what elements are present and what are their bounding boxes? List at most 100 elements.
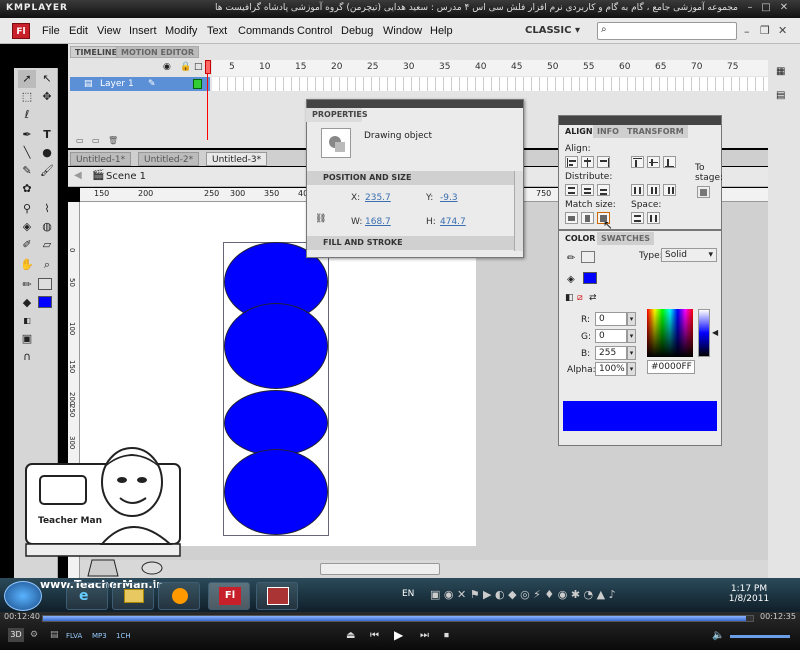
play-icon[interactable]: ▶ <box>394 628 403 642</box>
alpha-field[interactable]: 100% <box>595 362 627 376</box>
fill-color-swatch[interactable] <box>38 296 52 308</box>
menu-view[interactable]: View <box>97 25 121 37</box>
x-value[interactable]: 235.7 <box>365 193 391 203</box>
space-horizontal-icon[interactable] <box>647 212 660 224</box>
pen-tool-icon[interactable]: ✒ <box>18 126 36 144</box>
new-folder-icon[interactable]: ▭ <box>92 136 100 145</box>
volume-slider[interactable] <box>730 635 790 638</box>
align-vcenter-icon[interactable] <box>647 156 660 168</box>
menu-help[interactable]: Help <box>430 25 453 37</box>
align-hcenter-icon[interactable] <box>581 156 594 168</box>
scroll-thumb[interactable] <box>320 563 440 575</box>
tray-icons[interactable]: ▣ ◉ ✕ ⚑ ▶ ◐ ◆ ◎ ⚡ ♦ ◉ ✱ ◔ ▲ ♪ <box>430 588 616 601</box>
g-slider-icon[interactable]: ▾ <box>627 329 636 343</box>
flash-taskbar-icon[interactable]: Fl <box>208 582 250 610</box>
window-minimize-icon[interactable]: – <box>744 25 750 38</box>
menu-control[interactable]: Control <box>297 25 332 37</box>
playhead[interactable] <box>205 60 211 140</box>
language-indicator[interactable]: EN <box>402 589 414 599</box>
to-stage-icon[interactable] <box>697 186 710 198</box>
stroke-color-swatch[interactable] <box>38 278 52 290</box>
text-tool-icon[interactable]: T <box>38 126 56 144</box>
tab-motion-editor[interactable]: MOTION EDITOR <box>116 46 199 58</box>
bone-tool-icon[interactable]: ⚲ <box>18 200 36 218</box>
eye-icon[interactable]: ◉ <box>163 62 171 72</box>
properties-scrollbar[interactable] <box>514 171 523 251</box>
subselection-tool-icon[interactable]: ↖ <box>38 70 56 88</box>
r-field[interactable]: 0 <box>595 312 627 326</box>
w-value[interactable]: 168.7 <box>365 217 391 227</box>
brush-tool-icon[interactable]: 🖌 <box>38 162 56 180</box>
stroke-color-icon[interactable]: ✏ <box>18 276 36 294</box>
stop-icon[interactable]: ⏹ <box>444 630 449 641</box>
lock-ratio-icon[interactable]: ⛓ <box>315 214 326 224</box>
y-value[interactable]: -9.3 <box>440 193 458 203</box>
next-icon[interactable]: ⏭ <box>420 630 429 641</box>
blue-circle[interactable] <box>224 390 328 456</box>
tab-untitled-3[interactable]: Untitled-3* <box>206 152 268 166</box>
eyedropper-tool-icon[interactable]: ✐ <box>18 236 36 254</box>
tab-properties[interactable]: PROPERTIES <box>306 108 368 122</box>
type-select[interactable]: Solid ▾ <box>661 248 717 262</box>
b-field[interactable]: 255 <box>595 346 627 360</box>
playlist-icon[interactable]: ▤ <box>50 630 59 640</box>
menu-window[interactable]: Window <box>383 25 422 37</box>
window-close-icon[interactable]: ✕ <box>778 24 787 37</box>
tab-untitled-1[interactable]: Untitled-1* <box>70 152 132 166</box>
window-restore-icon[interactable]: ❐ <box>760 24 770 37</box>
blue-circle[interactable] <box>224 449 328 535</box>
oval-tool-icon[interactable]: ● <box>38 144 56 162</box>
menu-file[interactable]: File <box>42 25 60 37</box>
media-player-taskbar-icon[interactable] <box>158 582 200 610</box>
hex-field[interactable]: #0000FF <box>647 360 695 374</box>
new-layer-icon[interactable]: ▭ <box>76 136 84 145</box>
g-field[interactable]: 0 <box>595 329 627 343</box>
tab-align[interactable]: ALIGN <box>561 125 597 138</box>
lock-icon[interactable]: 🔒 <box>180 62 191 72</box>
search-input[interactable]: ⌕ <box>597 22 737 40</box>
distribute-vcenter-icon[interactable] <box>581 184 594 196</box>
h-value[interactable]: 474.7 <box>440 217 466 227</box>
dock-icon-2[interactable]: ▤ <box>776 90 785 101</box>
previous-icon[interactable]: ⏮ <box>370 630 379 641</box>
deco-tool-icon[interactable]: ✿ <box>18 180 36 198</box>
layer-row[interactable]: ▤ Layer 1 ✎ <box>70 77 210 91</box>
match-width-icon[interactable] <box>565 212 578 224</box>
app-taskbar-icon[interactable] <box>256 582 298 610</box>
menu-modify[interactable]: Modify <box>165 25 197 37</box>
section-fill-stroke[interactable]: FILL AND STROKE <box>307 236 515 250</box>
close-icon[interactable]: ✕ <box>778 3 790 14</box>
horizontal-scrollbar[interactable] <box>80 560 768 578</box>
maximize-icon[interactable]: □ <box>760 3 772 14</box>
lasso-tool-icon[interactable]: ℓ <box>18 106 36 124</box>
space-vertical-icon[interactable] <box>631 212 644 224</box>
settings-icon[interactable]: ⚙ <box>30 630 38 640</box>
tab-untitled-2[interactable]: Untitled-2* <box>138 152 200 166</box>
color-spectrum[interactable] <box>647 309 693 357</box>
snap-magnet-icon[interactable]: ∩ <box>18 348 36 366</box>
zoom-tool-icon[interactable]: ⌕ <box>38 256 56 274</box>
distribute-right-icon[interactable] <box>663 184 676 196</box>
tab-timeline[interactable]: TIMELINE <box>70 46 123 58</box>
selection-tool-icon[interactable]: ➚ <box>18 70 36 88</box>
3d-rotation-tool-icon[interactable]: ✥ <box>38 88 56 106</box>
back-arrow-icon[interactable]: ◀ <box>74 170 82 181</box>
menu-edit[interactable]: Edit <box>69 25 88 37</box>
free-transform-tool-icon[interactable]: ⬚ <box>18 88 36 106</box>
menu-commands[interactable]: Commands <box>238 25 294 37</box>
menu-insert[interactable]: Insert <box>129 25 157 37</box>
minimize-icon[interactable]: – <box>744 3 756 14</box>
stroke-swatch[interactable] <box>581 251 595 263</box>
frames-row[interactable] <box>212 77 768 91</box>
ink-bottle-tool-icon[interactable]: ◍ <box>38 218 56 236</box>
no-color-icon[interactable]: ⧄ <box>577 293 583 303</box>
tab-color[interactable]: COLOR <box>561 232 600 245</box>
eject-icon[interactable]: ⏏ <box>346 630 355 641</box>
black-white-icon[interactable]: ◧ <box>18 312 36 330</box>
tab-transform[interactable]: TRANSFORM <box>623 125 688 138</box>
start-button[interactable] <box>4 581 42 611</box>
b-slider-icon[interactable]: ▾ <box>627 346 636 360</box>
hand-tool-icon[interactable]: ✋ <box>18 256 36 274</box>
outline-icon[interactable]: □ <box>194 62 203 72</box>
blue-circle[interactable] <box>224 303 328 389</box>
